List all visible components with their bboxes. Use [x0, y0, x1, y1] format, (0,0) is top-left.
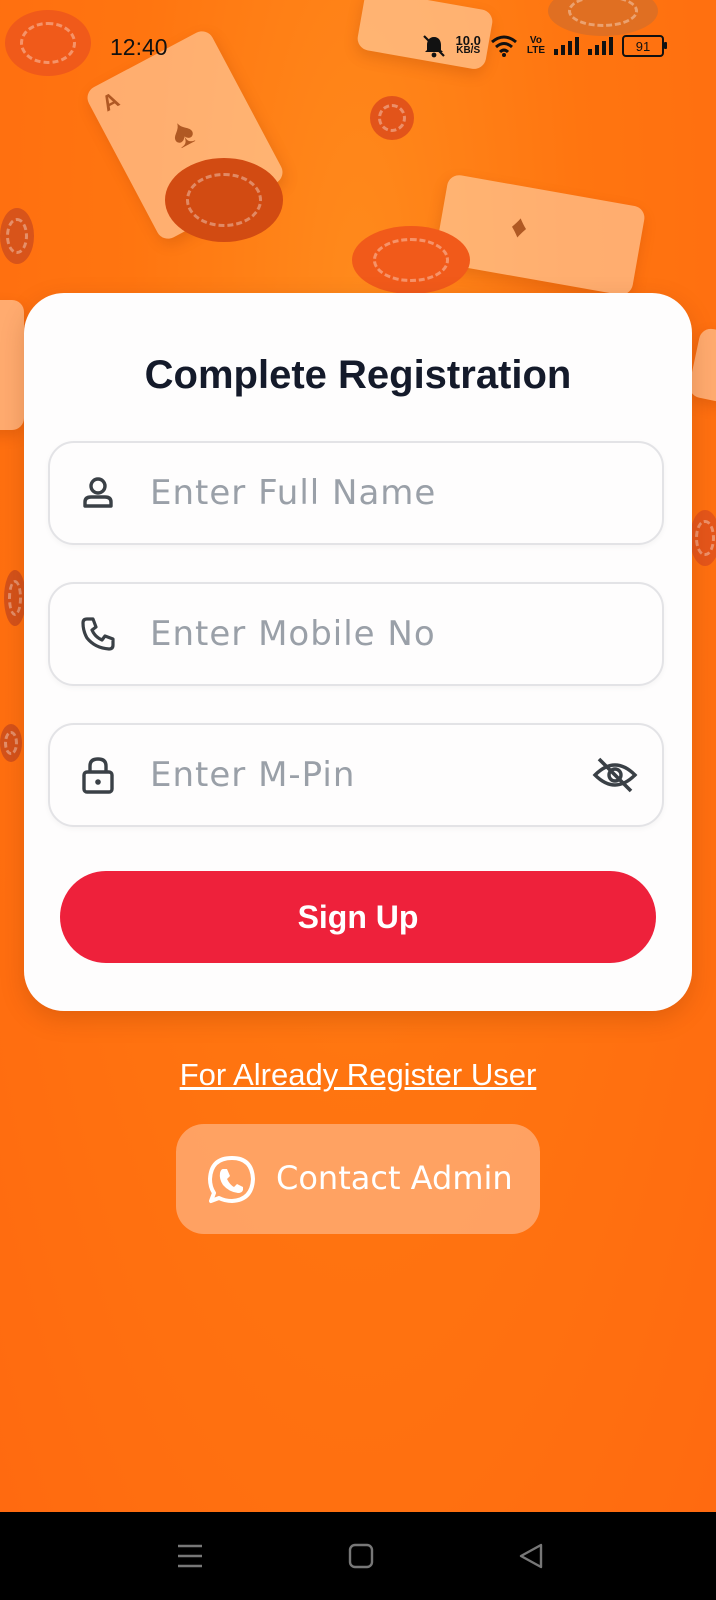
page-title: Complete Registration	[144, 353, 572, 397]
mobile-field[interactable]	[48, 582, 664, 686]
battery-level: 91	[635, 38, 651, 54]
poker-chip-decoration	[690, 510, 716, 566]
mpin-field[interactable]	[48, 723, 664, 827]
menu-icon[interactable]	[174, 1540, 206, 1572]
registration-card: Complete Registration Enter Full Name En…	[24, 293, 692, 1011]
home-square-icon[interactable]	[345, 1540, 377, 1572]
network-speed: 10.0 KB/S	[456, 34, 481, 56]
poker-chip-decoration	[352, 226, 470, 294]
status-time: 12:40	[110, 34, 168, 60]
mobile-input[interactable]	[150, 606, 560, 662]
full-name-field[interactable]	[48, 441, 664, 545]
signal-strength-icon	[554, 37, 579, 55]
poker-chip-decoration	[165, 158, 283, 242]
playing-card-decoration	[0, 300, 24, 430]
signal-strength-icon	[588, 37, 613, 55]
silent-bell-icon	[422, 35, 445, 58]
contact-admin-label: Contact Admin	[276, 1159, 513, 1197]
already-registered-link[interactable]: For Already Register User	[0, 1057, 716, 1093]
battery-indicator: 91	[622, 35, 667, 57]
back-triangle-icon[interactable]	[516, 1540, 548, 1572]
user-icon	[83, 477, 113, 508]
poker-chip-decoration	[4, 570, 26, 626]
eye-off-icon[interactable]	[592, 755, 638, 795]
poker-chip-decoration	[370, 96, 414, 140]
lock-icon	[82, 757, 114, 794]
system-navigation-bar	[0, 1512, 716, 1600]
playing-card-decoration: ♦	[433, 173, 647, 297]
wifi-icon	[490, 35, 517, 57]
contact-admin-button[interactable]: Contact Admin	[176, 1124, 540, 1234]
app-screen: ♠ A ♦ 12:40 10.0 KB/S Vo LTE 91 Complete…	[0, 0, 716, 1512]
full-name-input[interactable]	[150, 465, 560, 521]
network-speed-unit: KB/S	[456, 45, 481, 56]
status-icons: 10.0 KB/S Vo LTE 91	[421, 34, 667, 58]
mpin-input[interactable]	[150, 747, 560, 803]
status-bar: 12:40 10.0 KB/S Vo LTE 91	[0, 0, 716, 96]
volte-indicator: Vo LTE	[527, 36, 545, 56]
phone-icon	[81, 617, 115, 651]
poker-chip-decoration	[0, 208, 34, 264]
sign-up-button[interactable]: Sign Up	[60, 871, 656, 963]
volte-bottom-label: LTE	[526, 45, 545, 56]
whatsapp-icon	[208, 1156, 255, 1203]
poker-chip-decoration	[0, 724, 22, 762]
